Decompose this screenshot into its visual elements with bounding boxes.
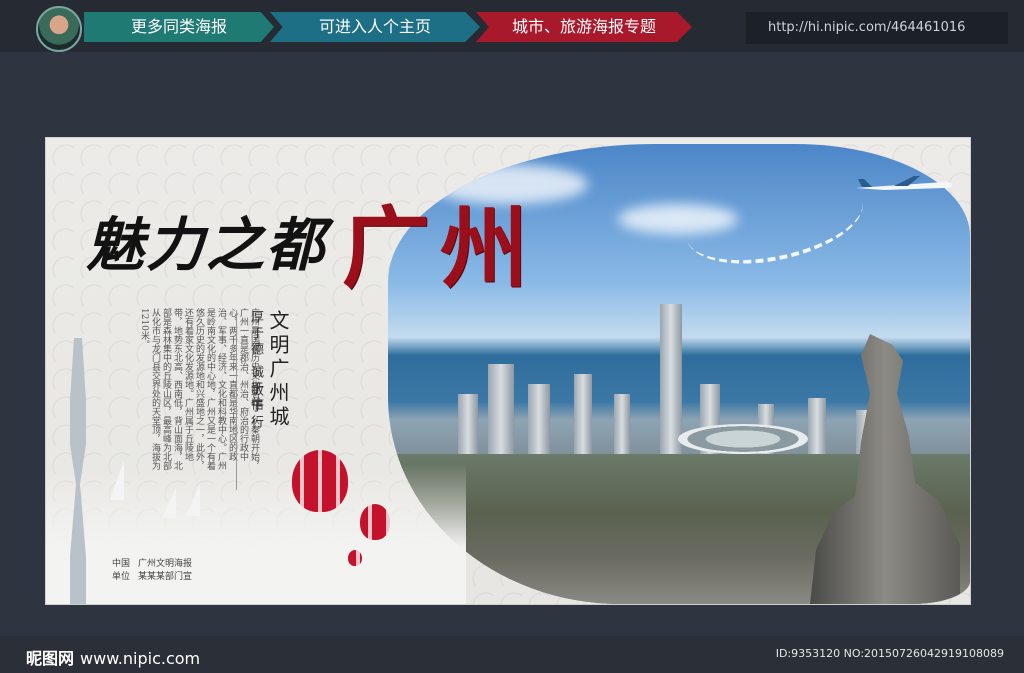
poster: 魅力之都 广州 广州是国家历史文化名城，从秦朝开始，广州一直是郡治、州治、府治的… xyxy=(46,138,970,604)
divider xyxy=(236,310,237,490)
nav-city-travel-topic[interactable]: 城市、旅游海报专题 xyxy=(476,12,692,42)
slogan-sub-2: 敏于行 xyxy=(248,383,263,431)
slogan: 文明广州城 xyxy=(266,310,290,430)
credits: 中国 广州文明海报 单位 某某某部门宣 xyxy=(112,559,193,582)
sailboat xyxy=(162,488,176,518)
sailboat xyxy=(186,484,200,516)
site-brand[interactable]: 昵图网 www.nipic.com xyxy=(26,645,200,669)
airplane-icon xyxy=(856,176,952,190)
image-id: ID:9353120 NO:20150726042919108089 xyxy=(775,647,1004,660)
sailboat xyxy=(110,460,124,500)
footer: 昵图网 www.nipic.com ID:9353120 NO:201507260… xyxy=(0,636,1024,673)
poster-title-black: 魅力之都 xyxy=(86,211,327,279)
poster-title-red: 广州 xyxy=(342,196,539,300)
intro-text: 广州是国家历史文化名城，从秦朝开始，广州一直是郡治、州治、府治的行政中心，两千多… xyxy=(139,308,259,470)
author-avatar[interactable] xyxy=(36,6,82,52)
author-url[interactable]: http://hi.nipic.com/464461016 xyxy=(746,12,1008,44)
hot-air-balloon xyxy=(348,550,362,566)
hot-air-balloon xyxy=(292,450,348,512)
nav-more-posters[interactable]: 更多同类海报 xyxy=(84,12,274,42)
hot-air-balloon xyxy=(360,504,390,540)
nav-personal-homepage[interactable]: 可进入人个主页 xyxy=(270,12,480,42)
top-bar: 更多同类海报 可进入人个主页 城市、旅游海报专题 http://hi.nipic… xyxy=(0,0,1024,52)
